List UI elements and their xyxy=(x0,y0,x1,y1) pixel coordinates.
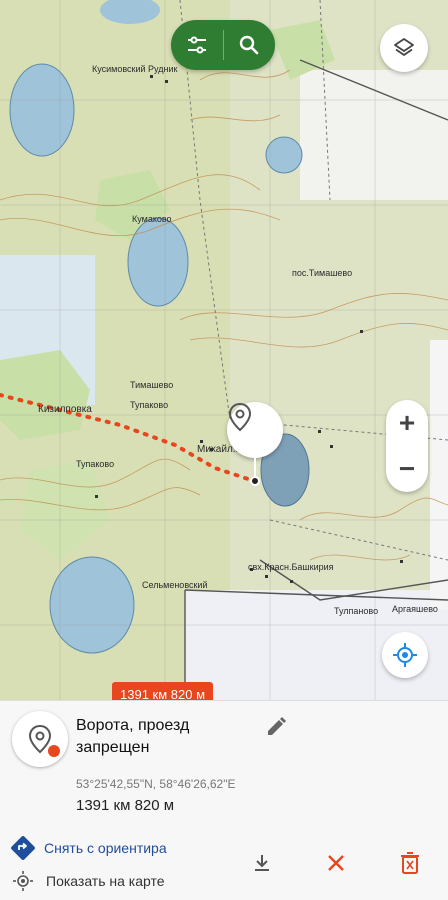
filter-search-toolbar xyxy=(171,20,275,70)
map-poi-pin[interactable] xyxy=(227,402,285,492)
place-label: Кумаково xyxy=(132,214,172,224)
place-label: Аргаяшево xyxy=(392,604,438,614)
place-label: Тимашево xyxy=(130,380,174,390)
map-canvas xyxy=(0,0,448,700)
place-label: Сельменовский xyxy=(142,580,208,590)
layers-icon xyxy=(394,38,414,56)
place-label: Тупаково xyxy=(76,459,115,469)
delete-icon xyxy=(401,852,419,874)
zoom-in-button[interactable]: + xyxy=(399,409,415,437)
close-icon xyxy=(328,855,344,871)
place-label: Тулпаново xyxy=(334,606,379,616)
filter-button[interactable] xyxy=(171,20,223,70)
search-icon xyxy=(240,35,259,55)
topographic-map[interactable]: Кусимовский Рудник Тупаково Михайл... св… xyxy=(0,0,448,700)
poi-marker-dot xyxy=(48,745,60,757)
poi-distance: 1391 км 820 м xyxy=(76,797,175,814)
layers-button[interactable] xyxy=(380,24,428,72)
zoom-out-button[interactable]: − xyxy=(399,455,415,483)
edit-button[interactable] xyxy=(262,713,290,741)
delete-button[interactable] xyxy=(396,849,424,877)
poi-title: Ворота, проезд запрещен xyxy=(76,717,190,756)
poi-avatar xyxy=(12,711,68,767)
remove-target-label: Снять с ориентира xyxy=(44,840,167,856)
pencil-icon xyxy=(268,717,286,735)
place-label: Тупаково xyxy=(130,400,169,410)
place-label: Кусимовский Рудник xyxy=(92,64,178,74)
show-on-map-label: Показать на карте xyxy=(46,873,165,889)
crosshair-icon xyxy=(13,871,33,891)
poi-coordinates: 53°25'42,55"N, 58°46'26,62"E xyxy=(76,777,236,791)
search-button[interactable] xyxy=(224,20,276,70)
download-button[interactable] xyxy=(248,849,276,877)
place-label: Кизилповка xyxy=(38,404,92,415)
show-on-map-action[interactable]: Показать на карте xyxy=(12,866,165,896)
my-location-button[interactable] xyxy=(382,632,428,678)
download-icon xyxy=(255,855,269,871)
zoom-control: + − xyxy=(386,400,428,492)
remove-target-action[interactable]: Снять с ориентира xyxy=(10,833,167,863)
close-button[interactable] xyxy=(322,849,350,877)
directions-icon xyxy=(11,836,35,860)
place-label: свх.Красн.Башкирия xyxy=(248,562,334,572)
poi-bottom-sheet: Ворота, проезд запрещен 53°25'42,55"N, 5… xyxy=(0,700,448,900)
map-pin-icon xyxy=(228,402,252,432)
place-label: пос.Тимашево xyxy=(292,268,353,278)
tune-sliders-icon xyxy=(187,36,206,54)
gps-fixed-icon xyxy=(393,643,417,667)
